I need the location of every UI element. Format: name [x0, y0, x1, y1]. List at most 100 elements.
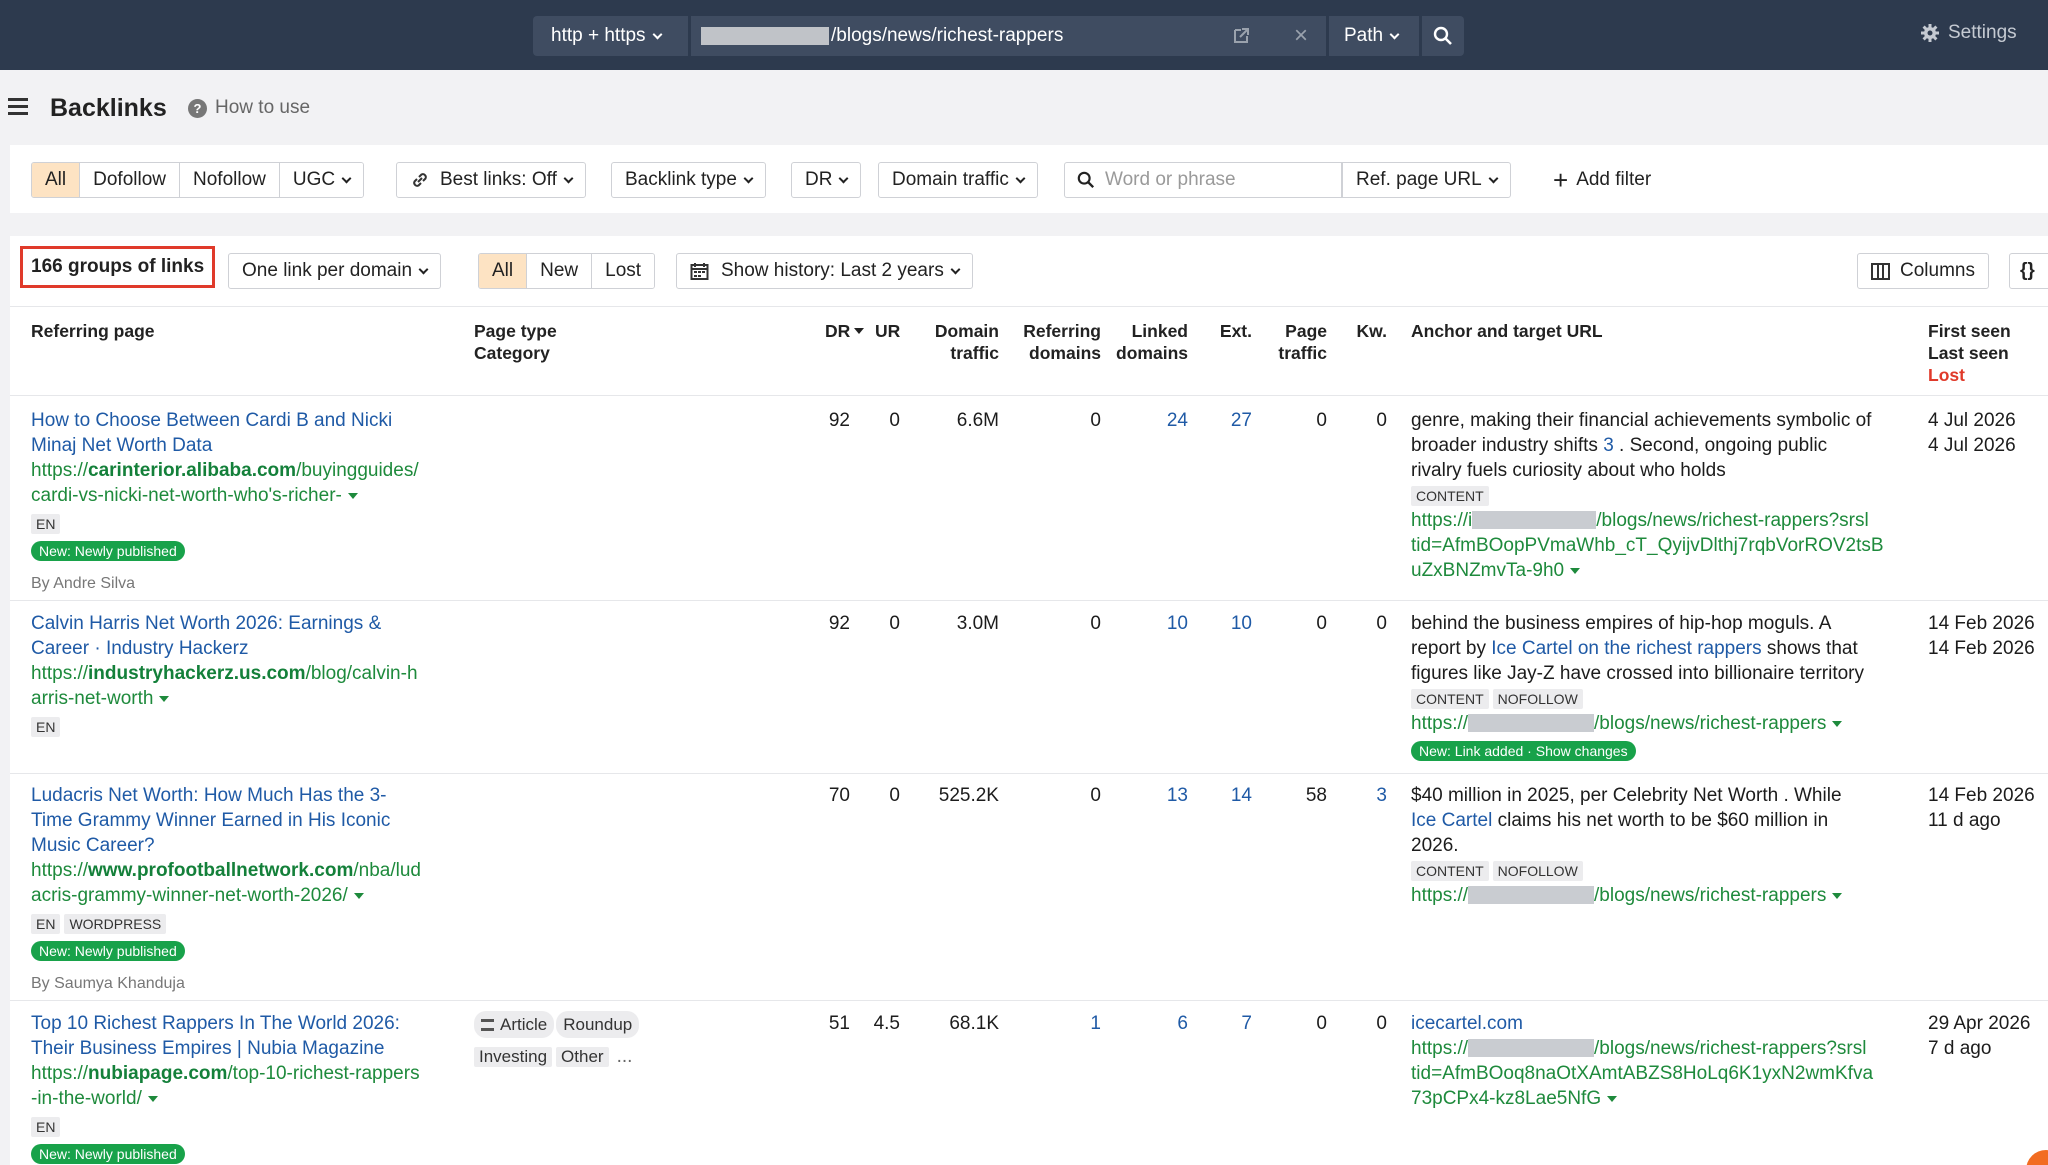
ugc-label: UGC: [292, 169, 336, 190]
api-export-button[interactable]: {}: [2009, 253, 2048, 289]
linked-domains-value[interactable]: 10: [1110, 611, 1188, 636]
col-referring-page[interactable]: Referring page: [31, 320, 155, 342]
filter-ugc[interactable]: UGC: [279, 163, 364, 197]
anchor-text: figures like Jay-Z have crossed into bil…: [1411, 663, 1865, 684]
col-page-type[interactable]: Page type Category: [474, 320, 557, 364]
col-anchor[interactable]: Anchor and target URL: [1411, 320, 1603, 342]
how-to-use-link[interactable]: ? How to use: [188, 97, 310, 119]
caret-down-icon[interactable]: [147, 1096, 158, 1102]
referring-page-url[interactable]: https://industryhackerz.us.com/blog/calv…: [31, 661, 471, 711]
ext-value[interactable]: 7: [1200, 1011, 1252, 1036]
anchor-text: broader industry shifts: [1411, 435, 1604, 456]
caret-down-icon[interactable]: [1832, 721, 1843, 727]
dr-filter[interactable]: DR: [791, 162, 862, 198]
more-categories[interactable]: ...: [617, 1046, 633, 1067]
filter-dofollow[interactable]: Dofollow: [80, 163, 180, 197]
add-filter-button[interactable]: + Add filter: [1540, 162, 1665, 198]
settings-button[interactable]: Settings: [1920, 22, 2017, 44]
target-url[interactable]: https://i/blogs/news/richest-rappers?srs…: [1411, 508, 1916, 583]
search-button[interactable]: [1422, 16, 1464, 56]
ext-value[interactable]: 10: [1200, 611, 1252, 636]
search-icon: [1077, 171, 1095, 189]
col-first-last-seen[interactable]: First seen Last seen Lost: [1928, 320, 2011, 386]
category-tag: Other: [556, 1047, 609, 1067]
caret-down-icon[interactable]: [159, 696, 170, 702]
title-line: Ludacris Net Worth: How Much Has the 3-: [31, 785, 387, 806]
col-referring-domains[interactable]: Referring domains: [1006, 320, 1101, 364]
columns-button[interactable]: Columns: [1857, 253, 1989, 289]
table-row: Ludacris Net Worth: How Much Has the 3- T…: [31, 783, 471, 996]
status-tab-new[interactable]: New: [527, 254, 593, 288]
caret-down-icon[interactable]: [1570, 568, 1581, 574]
url-path: /nba/lud: [353, 860, 421, 881]
grouping-select[interactable]: One link per domain: [228, 253, 442, 289]
kw-value[interactable]: 3: [1330, 783, 1387, 808]
anchor-link[interactable]: Ice Cartel: [1411, 810, 1492, 831]
hamburger-menu-icon[interactable]: [8, 98, 28, 119]
referring-page-title[interactable]: Calvin Harris Net Worth 2026: Earnings &…: [31, 611, 471, 661]
filter-nofollow[interactable]: Nofollow: [180, 163, 280, 197]
author-byline: By Saumya Khanduja: [31, 975, 185, 992]
ref-page-url-select[interactable]: Ref. page URL: [1342, 162, 1511, 198]
redacted-domain: [1472, 511, 1597, 529]
referring-page-url[interactable]: https://carinterior.alibaba.com/buyinggu…: [31, 458, 471, 508]
path-mode-select[interactable]: Path: [1329, 16, 1419, 56]
col-ur[interactable]: UR: [875, 320, 900, 342]
linked-domains-header-2: domains: [1116, 343, 1188, 363]
path-label: Path: [1344, 25, 1384, 46]
anchor-link[interactable]: 3: [1603, 435, 1614, 456]
clear-icon[interactable]: ×: [1294, 22, 1308, 50]
history-label: Show history: Last 2 years: [721, 260, 944, 281]
target-url-input[interactable]: /blogs/news/richest-rappers ×: [691, 16, 1326, 56]
referring-page-url[interactable]: https://www.profootballnetwork.com/nba/l…: [31, 858, 471, 908]
history-select[interactable]: Show history: Last 2 years: [676, 253, 973, 289]
divider: [10, 1000, 2048, 1001]
backlink-type-label: Backlink type: [625, 169, 737, 190]
col-domain-traffic[interactable]: Domain traffic: [910, 320, 999, 364]
backlink-type-filter[interactable]: Backlink type: [611, 162, 766, 198]
anchor-cell: $40 million in 2025, per Celebrity Net W…: [1411, 783, 1916, 908]
col-linked-domains[interactable]: Linked domains: [1110, 320, 1188, 364]
page-title: Backlinks: [50, 94, 167, 122]
col-page-traffic[interactable]: Page traffic: [1260, 320, 1327, 364]
filter-all[interactable]: All: [32, 163, 81, 197]
status-tab-lost[interactable]: Lost: [592, 254, 655, 288]
referring-page-url[interactable]: https://nubiapage.com/top-10-richest-rap…: [31, 1061, 471, 1111]
url-path: /buyingguides/: [296, 460, 419, 481]
referring-page-title[interactable]: Top 10 Richest Rappers In The World 2026…: [31, 1011, 471, 1061]
anchor-text: $40 million in 2025, per Celebrity Net W…: [1411, 785, 1842, 806]
col-kw[interactable]: Kw.: [1330, 320, 1387, 342]
target-url[interactable]: https:// /blogs/news/richest-rappers?srsl…: [1411, 1036, 1916, 1111]
ext-value[interactable]: 27: [1200, 408, 1252, 433]
title-line: Their Business Empires | Nubia Magazine: [31, 1038, 385, 1059]
word-search-input[interactable]: [1105, 169, 1325, 191]
chevron-down-icon: [839, 173, 849, 183]
target-url[interactable]: https:// /blogs/news/richest-rappers: [1411, 711, 1916, 736]
open-external-icon[interactable]: [1232, 27, 1250, 50]
referring-page-title[interactable]: How to Choose Between Cardi B and Nicki …: [31, 408, 431, 458]
linked-domains-value[interactable]: 6: [1110, 1011, 1188, 1036]
status-tab-all[interactable]: All: [479, 254, 528, 288]
word-search-field[interactable]: [1064, 162, 1342, 198]
divider: [10, 395, 2048, 396]
anchor-link[interactable]: Ice Cartel on the richest rappers: [1491, 638, 1761, 659]
col-dr[interactable]: DR: [825, 320, 865, 342]
linked-domains-value[interactable]: 13: [1110, 783, 1188, 808]
caret-down-icon[interactable]: [347, 493, 358, 499]
url-prefix: https://: [31, 460, 89, 481]
show-changes-link[interactable]: Show changes: [1536, 743, 1628, 759]
caret-down-icon[interactable]: [353, 893, 364, 899]
linked-domains-value[interactable]: 24: [1110, 408, 1188, 433]
protocol-select[interactable]: http + https: [533, 16, 688, 56]
target-url[interactable]: https:// /blogs/news/richest-rappers: [1411, 883, 1916, 908]
caret-down-icon[interactable]: [1832, 893, 1843, 899]
domain-traffic-filter[interactable]: Domain traffic: [878, 162, 1038, 198]
referring-domains-value[interactable]: 1: [1006, 1011, 1101, 1036]
col-ext[interactable]: Ext.: [1200, 320, 1252, 342]
last-seen: 7 d ago: [1928, 1038, 1992, 1059]
caret-down-icon[interactable]: [1607, 1096, 1618, 1102]
anchor-link[interactable]: icecartel.com: [1411, 1011, 1916, 1036]
ext-value[interactable]: 14: [1200, 783, 1252, 808]
best-links-filter[interactable]: Best links: Off: [396, 162, 586, 198]
referring-page-title[interactable]: Ludacris Net Worth: How Much Has the 3- T…: [31, 783, 471, 858]
